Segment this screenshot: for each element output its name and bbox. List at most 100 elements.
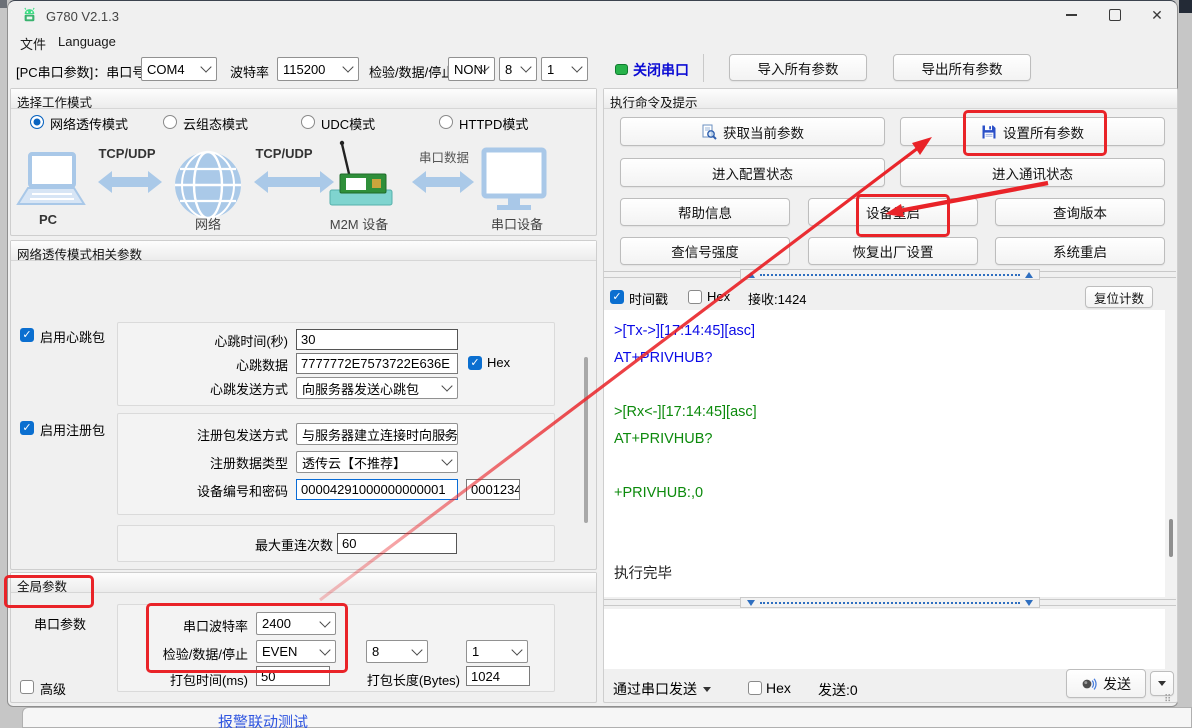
radio-cloud-scada[interactable] (163, 115, 177, 129)
device-id-input[interactable]: 00004291000000000001 (296, 479, 458, 500)
radio-udc[interactable] (301, 115, 315, 129)
register-mode-select[interactable]: 与服务器建立连接时向服务 (296, 423, 458, 445)
chevron-down-icon (571, 61, 582, 72)
global-databits-select[interactable]: 8 (366, 640, 428, 663)
heartbeat-data-input[interactable]: 7777772E7573722E636E (296, 353, 458, 374)
databits-select[interactable]: 8 (499, 57, 537, 81)
send-hex-checkbox[interactable] (748, 681, 762, 695)
export-params-button[interactable]: 导出所有参数 (893, 54, 1031, 81)
link3-label: 串口数据 (411, 147, 477, 166)
resize-grip-icon[interactable]: ⠿ (1164, 694, 1171, 705)
heartbeat-mode-label: 心跳发送方式 (130, 379, 288, 398)
device-password-input[interactable]: 0001234 (466, 479, 520, 500)
annotation-box-set-params (963, 110, 1107, 156)
radio-net-transparent-label: 网络透传模式 (50, 114, 128, 133)
timestamp-label: 时间戳 (629, 289, 668, 308)
collapse-up-icon (1025, 272, 1033, 278)
global-databits-value: 8 (372, 644, 379, 659)
help-info-button[interactable]: 帮助信息 (620, 198, 790, 226)
log-line: >[Rx<-][17:14:45][asc] (614, 399, 1165, 426)
log-line: 执行完毕 (614, 561, 1165, 588)
global-stopbits-select[interactable]: 1 (466, 640, 528, 663)
import-params-button[interactable]: 导入所有参数 (729, 54, 867, 81)
parity-select[interactable]: NONI (448, 57, 495, 81)
send-button[interactable]: 发送 (1066, 669, 1146, 698)
heartbeat-time-input[interactable]: 30 (296, 329, 458, 350)
send-via-dropdown[interactable]: 通过串口发送 (613, 679, 697, 699)
maximize-button[interactable] (1093, 0, 1137, 30)
pc-serial-label: [PC串口参数]：串口号 (16, 62, 145, 81)
advanced-label: 高级 (40, 679, 66, 698)
register-mode-value: 与服务器建立连接时向服务 (302, 425, 458, 444)
link1-label: TCP/UDP (92, 146, 162, 161)
menu-file[interactable]: 文件 (14, 32, 52, 55)
baud-label: 波特率 (230, 62, 269, 81)
send-input-area[interactable] (604, 609, 1165, 669)
send-hex-label: Hex (766, 680, 791, 696)
chevron-down-icon (441, 380, 452, 391)
reset-count-button[interactable]: 复位计数 (1085, 286, 1153, 308)
pack-len-input[interactable]: 1024 (466, 666, 530, 686)
minimize-button[interactable] (1049, 0, 1093, 30)
get-params-button[interactable]: 获取当前参数 (620, 117, 885, 146)
collapse-down-icon (1025, 600, 1033, 606)
enter-config-button[interactable]: 进入配置状态 (620, 158, 885, 187)
maximize-icon (1109, 9, 1121, 21)
timestamp-checkbox[interactable] (610, 290, 624, 304)
splitter-handle[interactable] (740, 597, 1040, 608)
advanced-checkbox[interactable] (20, 680, 34, 694)
global-params-title: 全局参数 (11, 573, 596, 593)
signal-strength-button[interactable]: 查信号强度 (620, 237, 790, 265)
close-button[interactable]: ✕ (1135, 0, 1179, 30)
work-mode-title: 选择工作模式 (11, 89, 596, 109)
com-port-select[interactable]: COM4 (141, 57, 217, 81)
chevron-down-icon (200, 61, 211, 72)
radio-httpd-label: HTTPD模式 (459, 114, 528, 133)
log-blank-line (614, 507, 1165, 534)
stopbits-select[interactable]: 1 (541, 57, 588, 81)
log-line: AT+PRIVHUB? (614, 426, 1165, 453)
send-splitter[interactable] (604, 597, 1176, 608)
left-scrollbar-thumb[interactable] (584, 357, 588, 523)
log-blank-line (614, 372, 1165, 399)
log-splitter[interactable] (604, 269, 1176, 280)
menu-language[interactable]: Language (52, 32, 122, 51)
parity-label: 检验/数据/停止 (369, 62, 454, 81)
query-version-button[interactable]: 查询版本 (995, 198, 1165, 226)
heartbeat-enable-checkbox[interactable] (20, 328, 34, 342)
heartbeat-mode-select[interactable]: 向服务器发送心跳包 (296, 377, 458, 399)
radio-net-transparent[interactable] (30, 115, 44, 129)
alarm-link[interactable]: 报警联动测试 (218, 711, 308, 728)
desktop-dark-corner (1179, 0, 1192, 13)
log-scrollbar-thumb[interactable] (1169, 519, 1173, 557)
splitter-handle[interactable] (740, 269, 1040, 280)
m2m-label: M2M 设备 (324, 214, 394, 233)
register-type-select[interactable]: 透传云【不推荐】 (296, 451, 458, 473)
net-params-title: 网络透传模式相关参数 (11, 241, 596, 261)
collapse-down-icon (747, 600, 755, 606)
log-hex-checkbox[interactable] (688, 290, 702, 304)
radio-httpd[interactable] (439, 115, 453, 129)
pack-len-label: 打包长度(Bytes) (330, 670, 460, 689)
register-mode-label: 注册包发送方式 (130, 425, 288, 444)
reconnect-input[interactable]: 60 (337, 533, 457, 554)
splitter-dots (760, 274, 1020, 276)
heartbeat-hex-checkbox[interactable] (468, 356, 482, 370)
send-options-dropdown[interactable] (1150, 671, 1174, 696)
enter-comm-button[interactable]: 进入通讯状态 (900, 158, 1165, 187)
command-panel-title: 执行命令及提示 (604, 89, 1177, 109)
close-port-button[interactable]: 关闭串口 (633, 60, 689, 80)
system-restart-button[interactable]: 系统重启 (995, 237, 1165, 265)
register-enable-checkbox[interactable] (20, 421, 34, 435)
baud-value: 115200 (283, 62, 325, 77)
heartbeat-hex-label: Hex (487, 355, 510, 370)
radio-udc-label: UDC模式 (321, 114, 375, 133)
baud-select[interactable]: 115200 (277, 57, 359, 81)
factory-reset-button[interactable]: 恢复出厂设置 (808, 237, 978, 265)
send-via-caret-icon (703, 687, 711, 692)
log-hex-label: Hex (707, 289, 730, 304)
log-output-area[interactable]: >[Tx->][17:14:45][asc] AT+PRIVHUB? >[Rx<… (604, 310, 1165, 597)
chevron-down-icon (441, 454, 452, 465)
heartbeat-time-label: 心跳时间(秒) (130, 331, 288, 350)
reconnect-label: 最大重连次数 (180, 535, 333, 554)
